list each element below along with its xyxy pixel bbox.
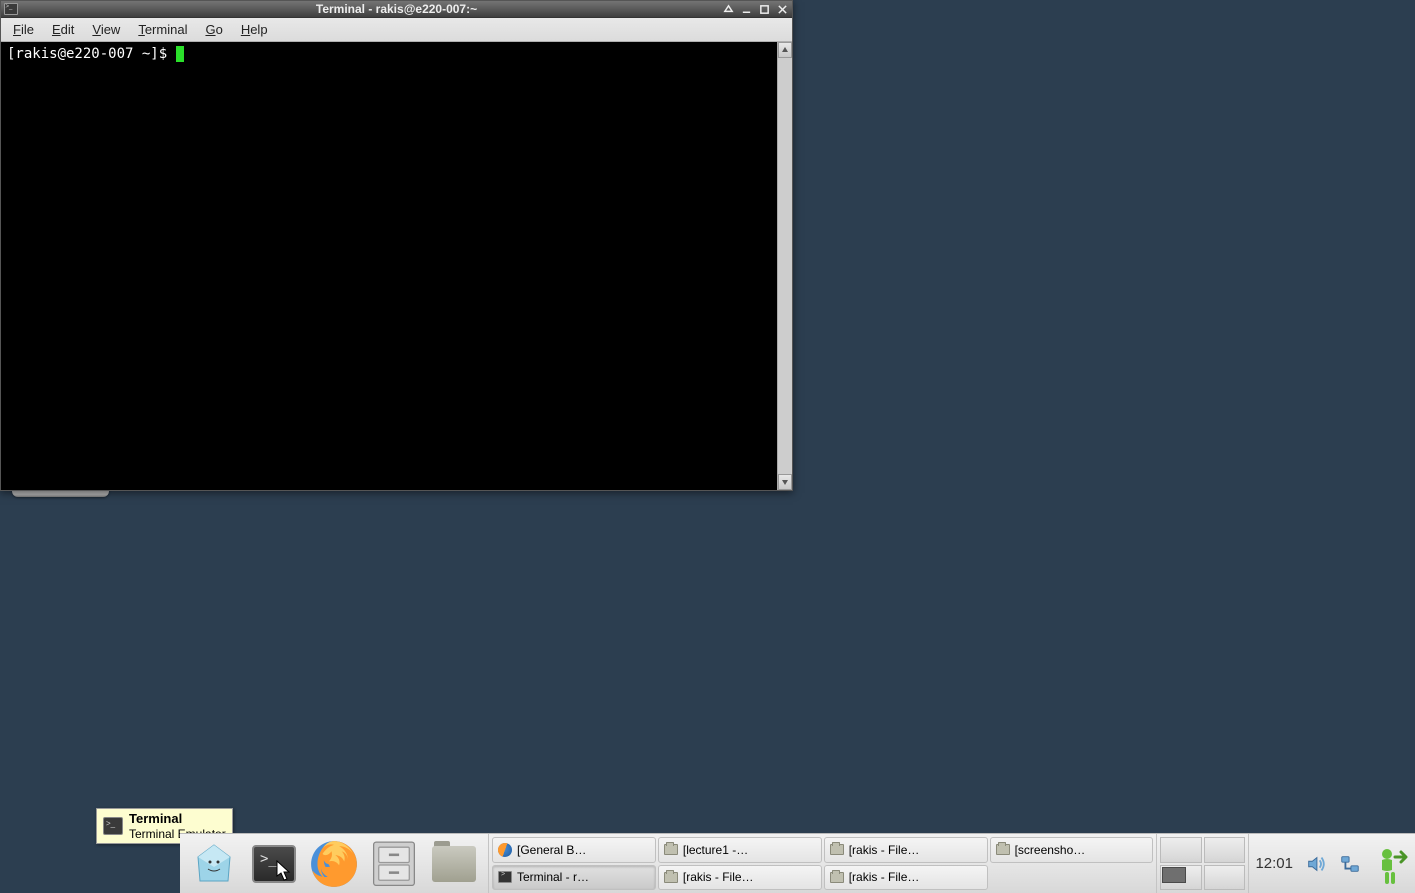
window-icon <box>2 2 19 17</box>
window-menu-button[interactable] <box>720 2 736 16</box>
folder-icon <box>432 846 476 882</box>
terminal-icon <box>252 845 296 883</box>
folder-icon <box>829 842 845 858</box>
menubar: File Edit View Terminal Go Help <box>1 18 792 42</box>
workspace-2[interactable] <box>1204 837 1246 863</box>
maximize-button[interactable] <box>756 2 772 16</box>
workspace-4[interactable] <box>1204 865 1246 891</box>
task-item[interactable]: [screensho… <box>990 837 1154 863</box>
task-item[interactable]: [rakis - File… <box>824 837 988 863</box>
scroll-up-button[interactable] <box>778 42 792 58</box>
task-label: [General B… <box>517 843 586 857</box>
task-label: [rakis - File… <box>849 843 920 857</box>
terminal-scrollbar[interactable] <box>777 42 792 490</box>
scroll-down-button[interactable] <box>778 474 792 490</box>
window-controls <box>720 2 790 16</box>
terminal-cursor <box>176 46 184 62</box>
menu-view[interactable]: View <box>84 20 128 39</box>
panel-launchers <box>180 834 489 893</box>
menu-terminal[interactable]: Terminal <box>130 20 195 39</box>
scroll-track[interactable] <box>778 58 792 474</box>
task-item[interactable]: Terminal - r… <box>492 865 656 891</box>
terminal-window: Terminal - rakis@e220-007:~ File Edit Vi… <box>0 0 793 491</box>
clock[interactable]: 12:01 <box>1249 834 1299 893</box>
task-label: Terminal - r… <box>517 870 589 884</box>
task-item[interactable]: [rakis - File… <box>658 865 822 891</box>
applications-menu-button[interactable] <box>186 840 242 888</box>
firefox-icon <box>497 842 513 858</box>
firefox-icon <box>306 836 362 892</box>
close-button[interactable] <box>774 2 790 16</box>
minimize-button[interactable] <box>738 2 754 16</box>
workspace-1[interactable] <box>1160 837 1202 863</box>
terminal-prompt: [rakis@e220-007 ~]$ <box>7 46 176 62</box>
tooltip-title: Terminal <box>129 811 226 827</box>
task-label: [rakis - File… <box>683 870 754 884</box>
file-cabinet-icon <box>366 837 422 890</box>
folder-icon <box>663 869 679 885</box>
folder-icon <box>663 842 679 858</box>
menu-help[interactable]: Help <box>233 20 276 39</box>
taskbar-task-list: [General B… [lecture1 -… [rakis - File… … <box>489 834 1156 893</box>
xfce-menu-icon <box>190 841 238 887</box>
task-item[interactable]: [General B… <box>492 837 656 863</box>
window-titlebar[interactable]: Terminal - rakis@e220-007:~ <box>1 1 792 18</box>
terminal-body[interactable]: [rakis@e220-007 ~]$ <box>3 44 776 488</box>
system-tray: 12:01 <box>1248 834 1415 893</box>
logout-button[interactable] <box>1367 834 1415 893</box>
task-item[interactable]: [lecture1 -… <box>658 837 822 863</box>
task-slot-empty <box>990 865 1154 891</box>
terminal-icon <box>497 869 513 885</box>
panel: [General B… [lecture1 -… [rakis - File… … <box>180 833 1415 893</box>
menu-edit[interactable]: Edit <box>44 20 82 39</box>
terminal-body-container: [rakis@e220-007 ~]$ <box>1 42 792 490</box>
window-title: Terminal - rakis@e220-007:~ <box>1 2 792 16</box>
network-icon[interactable] <box>1333 834 1367 893</box>
task-item[interactable]: [rakis - File… <box>824 865 988 891</box>
workspace-3[interactable] <box>1160 865 1202 891</box>
menu-file[interactable]: File <box>5 20 42 39</box>
task-label: [screensho… <box>1015 843 1086 857</box>
menu-go[interactable]: Go <box>197 20 230 39</box>
task-label: [rakis - File… <box>849 870 920 884</box>
folder-icon <box>829 869 845 885</box>
folder-icon <box>995 842 1011 858</box>
task-label: [lecture1 -… <box>683 843 748 857</box>
terminal-launcher[interactable] <box>246 840 302 888</box>
firefox-launcher[interactable] <box>306 840 362 888</box>
home-folder-launcher[interactable] <box>426 840 482 888</box>
volume-icon[interactable] <box>1299 834 1333 893</box>
tooltip-terminal-icon <box>103 817 123 835</box>
file-manager-launcher[interactable] <box>366 840 422 888</box>
workspace-pager <box>1156 834 1248 893</box>
